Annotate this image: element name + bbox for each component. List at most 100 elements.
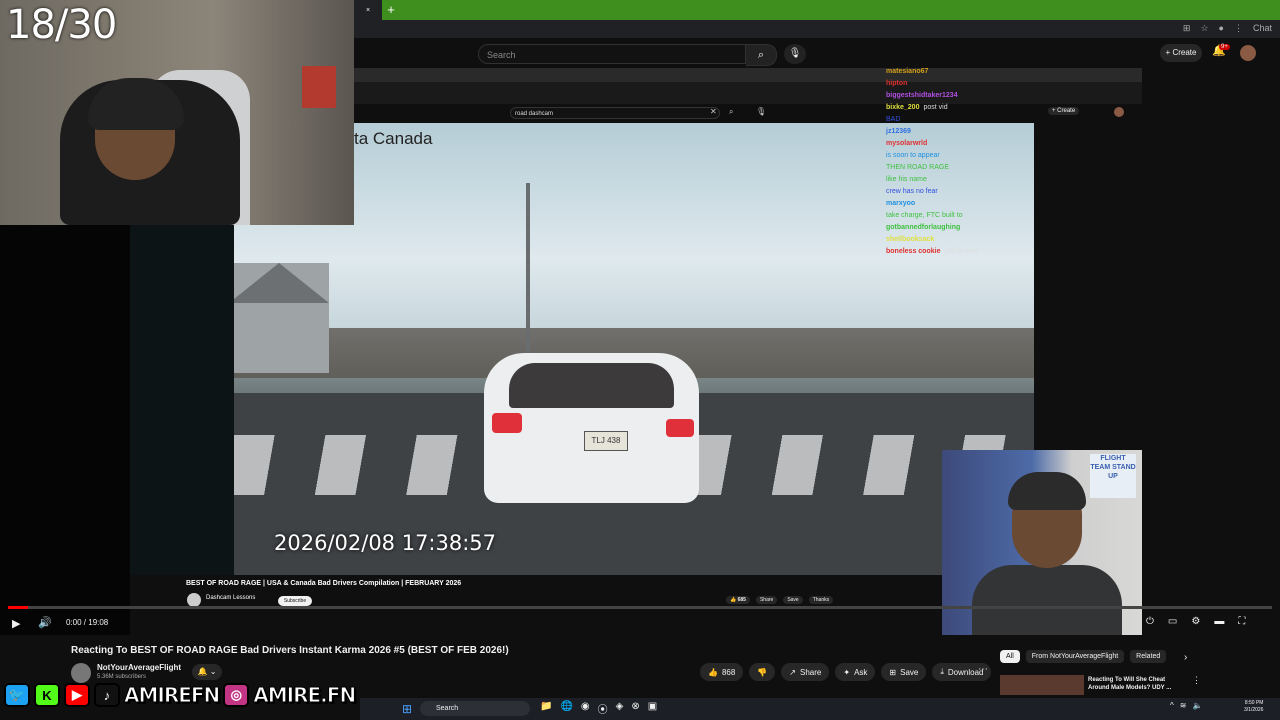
dislike-button[interactable]: 👎 (749, 663, 776, 681)
inner-search-icon[interactable]: ⌕ (729, 107, 733, 117)
subtitles-icon[interactable]: ▭ (1168, 616, 1177, 627)
volume-icon[interactable]: 🔊 (38, 616, 52, 629)
inner-search-input[interactable]: road dashcam (510, 107, 720, 119)
windows-start-icon[interactable]: ⊞ (402, 702, 412, 716)
browser-tab-strip (354, 0, 1280, 20)
channel-avatar[interactable] (71, 663, 91, 683)
social-banner: 🐦 K ▶ ♪ AMIREFN ◎ AMIRE.FN (4, 683, 357, 708)
fullscreen-icon[interactable]: ⛶ (1238, 616, 1245, 627)
taskbar-search[interactable]: Search (420, 701, 530, 716)
inner-thanks-button[interactable]: Thanks (808, 596, 834, 604)
handle-amire-fn: AMIRE.FN (253, 683, 357, 708)
microphone-icon[interactable]: 🎙 (784, 44, 806, 64)
discord-icon[interactable]: ◈ (616, 701, 624, 716)
creator-shirt (972, 565, 1122, 635)
inner-like-button[interactable]: 👍 685 (726, 596, 750, 604)
chat-message: take charge, FTC built to (886, 210, 1136, 222)
inner-channel-name[interactable]: Dashcam Lessons (206, 595, 255, 601)
like-button[interactable]: 👍 868 (700, 663, 744, 681)
creator-beanie (1008, 472, 1086, 510)
progress-bar[interactable] (8, 606, 1272, 609)
settings-icon[interactable]: ⚙ (1191, 616, 1200, 627)
chat-username[interactable]: boneless cookie (886, 248, 940, 255)
new-tab-button[interactable]: + (384, 0, 398, 20)
recommended-more-icon[interactable]: ⋮ (1192, 675, 1201, 686)
inner-channel-avatar[interactable] (187, 593, 201, 607)
chat-message: bixke_200 post vid (886, 102, 1136, 114)
chevron-right-icon[interactable]: › (1184, 652, 1187, 663)
xbox-icon[interactable]: ⊗ (631, 701, 639, 716)
download-icon: ⤓ (940, 667, 944, 676)
chip-related[interactable]: Related (1130, 650, 1167, 663)
chat-username[interactable]: biggestshidtaker1234 (886, 92, 958, 99)
chat-username[interactable]: jz12369 (886, 128, 911, 135)
more-actions-icon[interactable]: ⋯ (978, 664, 988, 675)
create-button[interactable]: + Create (1160, 44, 1202, 62)
tail-light-left (492, 413, 522, 433)
chat-text: crew has no fear (886, 188, 938, 195)
taskbar-apps: 📁 🌐 ◉ ⦿ ◈ ⊗ ▣ (540, 701, 657, 716)
streamer-facecam: 18/30 (0, 0, 354, 225)
player-left-area (0, 225, 130, 635)
edge-icon[interactable]: 🌐 (560, 701, 572, 716)
save-button[interactable]: ⊞ Save (881, 663, 927, 681)
tray-chevron-icon[interactable]: ^ (1170, 701, 1174, 710)
chat-message: like his name (886, 174, 1136, 186)
inner-video-title: BEST OF ROAD RAGE | USA & Canada Bad Dri… (186, 580, 462, 587)
chat-message: gotbannedforlaughing (886, 222, 1136, 234)
play-icon[interactable]: ▶ (12, 617, 20, 630)
inner-share-button[interactable]: Share (755, 596, 778, 604)
chat-username[interactable]: matesiano67 (886, 68, 928, 75)
avatar[interactable] (1240, 45, 1256, 61)
chat-username[interactable]: shellbooksack (886, 236, 934, 243)
file-explorer-icon[interactable]: 📁 (540, 701, 552, 716)
speaker-icon[interactable]: 🔈 (1192, 701, 1202, 710)
wifi-icon[interactable]: ≋ (1180, 701, 1187, 710)
tab-close-icon[interactable]: × (366, 7, 370, 14)
search-icon[interactable]: ⌕ (746, 44, 777, 66)
chrome-icon[interactable]: ◉ (581, 701, 590, 716)
extensions-icon[interactable]: ⊞ (1183, 23, 1191, 34)
inner-clear-icon[interactable]: ✕ (710, 107, 717, 116)
menu-icon[interactable]: ⋮ (1234, 23, 1243, 34)
chat-text: is soon to appear (886, 152, 940, 159)
theater-icon[interactable]: ▬ (1214, 616, 1224, 627)
autoplay-icon[interactable]: ⏻ (1146, 616, 1154, 627)
inner-save-button[interactable]: Save (783, 596, 803, 604)
chat-button[interactable]: Chat (1253, 23, 1272, 34)
ask-button[interactable]: ✦ Ask (835, 663, 876, 681)
chat-message: matesiano67 (886, 66, 1136, 78)
license-plate: TLJ 438 (584, 431, 628, 451)
chat-username[interactable]: marxyoo (886, 200, 915, 207)
browser-tab[interactable]: × (354, 0, 382, 20)
chat-username[interactable]: gotbannedforlaughing (886, 224, 960, 231)
chat-message: THEN ROAD RAGE (886, 162, 1136, 174)
clock-date: 3/1/2026 (1244, 707, 1264, 713)
chat-text: THEN ROAD RAGE (886, 164, 950, 171)
chip-from-channel[interactable]: From NotYourAverageFlight (1025, 650, 1125, 663)
share-button[interactable]: ↗ Share (781, 663, 830, 681)
chat-message: hipton (886, 78, 1136, 90)
app-icon[interactable]: ▣ (648, 701, 657, 716)
recommended-title[interactable]: Reacting To Will She Cheat Around Male M… (1088, 676, 1183, 692)
chat-username[interactable]: bixke_200 (886, 104, 919, 111)
bookmark-icon[interactable]: ☆ (1200, 23, 1208, 34)
notification-badge: 9+ (1219, 44, 1230, 50)
recommended-thumbnail[interactable] (1000, 675, 1084, 695)
profile-icon[interactable]: ● (1219, 23, 1224, 34)
taskbar-clock[interactable]: 8:50 PM 3/1/2026 (1244, 700, 1263, 714)
subscribed-bell-button[interactable]: 🔔 ⌄ (192, 664, 222, 680)
subscriber-count: 5.36M subscribers (97, 674, 147, 680)
channel-name[interactable]: NotYourAverageFlight (97, 663, 181, 672)
chat-username[interactable]: hipton (886, 80, 907, 87)
inner-subscribe-button[interactable]: Subscribe (278, 596, 312, 606)
chip-all[interactable]: All (1000, 650, 1020, 663)
inner-actions: 👍 685 Share Save Thanks (726, 596, 834, 604)
obs-icon[interactable]: ⦿ (598, 701, 608, 716)
share-icon: ↗ (789, 667, 796, 677)
address-bar[interactable]: ⊞ ☆ ● ⋮ Chat (354, 20, 1280, 38)
chat-username[interactable]: mysolarwrld (886, 140, 927, 147)
search-input[interactable]: Search (478, 44, 746, 64)
inner-mic-icon[interactable]: 🎙 (756, 107, 766, 116)
car-rear-window (509, 363, 674, 408)
